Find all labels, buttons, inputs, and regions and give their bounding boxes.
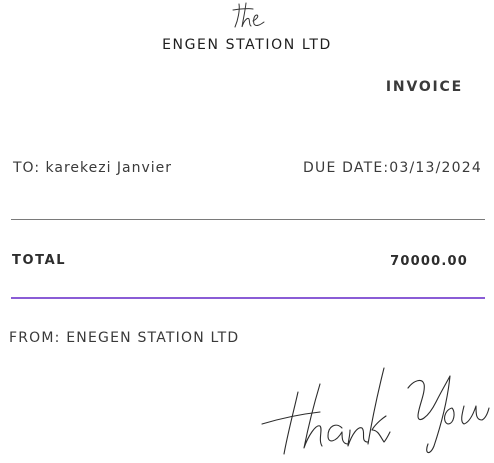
sender-line: FROM: ENEGEN STATION LTD [9,330,239,346]
total-label: TOTAL [12,253,67,268]
sender-name: ENEGEN STATION LTD [66,330,240,346]
recipient-line: TO: karekezi Janvier [13,160,172,176]
divider-line [11,219,485,220]
logo-script [232,2,265,28]
due-date-value: 03/13/2024 [389,160,482,176]
accent-divider [11,297,485,299]
recipient-name: karekezi Janvier [45,160,173,176]
sender-label: FROM: [9,330,61,346]
total-amount: 70000.00 [390,254,468,269]
thank-you-script [261,367,490,455]
due-date-line: DUE DATE:03/13/2024 [303,160,482,176]
recipient-label: TO: [13,160,41,176]
invoice-title: INVOICE [385,79,463,95]
company-name: ENGEN STATION LTD [162,37,332,53]
due-date-label: DUE DATE: [303,160,390,176]
